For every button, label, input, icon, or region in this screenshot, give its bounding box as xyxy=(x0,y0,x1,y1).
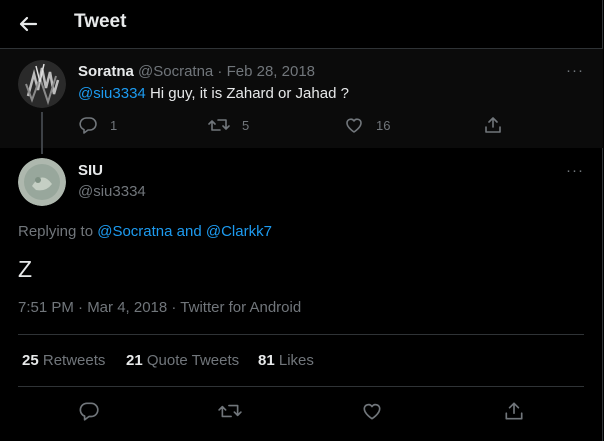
divider xyxy=(18,334,584,335)
like-count: 16 xyxy=(376,117,391,133)
share-icon xyxy=(505,402,523,420)
like-button[interactable] xyxy=(361,400,383,422)
thread-line xyxy=(41,112,43,154)
replying-to: Replying to @Socratna and @Clarkk7 xyxy=(18,223,272,240)
parent-handle-date[interactable]: @Socratna · Feb 28, 2018 xyxy=(138,63,315,80)
replying-prefix: Replying to xyxy=(18,223,98,240)
tweet-stats: 25 Retweets 21 Quote Tweets 81 Likes xyxy=(0,352,603,372)
tweet-timestamp[interactable]: 7:51 PM · Mar 4, 2018 · Twitter for Andr… xyxy=(18,299,301,316)
parent-like-button[interactable]: 16 xyxy=(344,115,390,135)
tweet-text: Z xyxy=(18,256,33,282)
author-handle[interactable]: @siu3334 xyxy=(78,183,146,200)
page-title: Tweet xyxy=(74,11,127,32)
like-icon xyxy=(346,118,362,133)
more-icon[interactable]: ··· xyxy=(566,62,584,79)
parent-text-body: Hi guy, it is Zahard or Jahad ? xyxy=(145,85,349,102)
reply-icon xyxy=(79,117,97,134)
reply-button[interactable] xyxy=(78,400,100,422)
replying-to-link[interactable]: @Socratna and @Clarkk7 xyxy=(97,223,272,240)
reply-count: 1 xyxy=(110,117,118,133)
parent-share-button[interactable] xyxy=(483,115,503,135)
parent-tweet-text: @siu3334 Hi guy, it is Zahard or Jahad ? xyxy=(78,85,349,102)
quote-tweets-stat[interactable]: 21 Quote Tweets xyxy=(126,352,239,369)
retweet-icon xyxy=(208,119,230,131)
like-icon xyxy=(363,403,381,420)
retweets-label: Retweets xyxy=(42,352,106,369)
retweet-count: 5 xyxy=(242,117,250,133)
retweet-icon xyxy=(218,404,242,418)
retweets-count: 25 xyxy=(22,352,39,369)
parent-reply-button[interactable]: 1 xyxy=(78,115,117,135)
header: Tweet xyxy=(0,0,603,49)
mention-link[interactable]: @siu3334 xyxy=(78,85,146,102)
quotes-count: 21 xyxy=(126,352,143,369)
avatar[interactable] xyxy=(18,158,66,206)
likes-stat[interactable]: 81 Likes xyxy=(258,352,314,369)
author-name[interactable]: SIU xyxy=(78,162,103,179)
parent-author-name[interactable]: Soratna xyxy=(78,63,134,80)
reply-icon xyxy=(79,402,99,421)
share-icon xyxy=(485,117,501,133)
parent-retweet-button[interactable]: 5 xyxy=(208,115,249,135)
share-button[interactable] xyxy=(503,400,525,422)
quotes-label: Quote Tweets xyxy=(146,352,240,369)
divider xyxy=(18,386,584,387)
likes-count: 81 xyxy=(258,352,275,369)
retweets-stat[interactable]: 25 Retweets xyxy=(22,352,105,369)
back-arrow-icon[interactable] xyxy=(14,10,42,38)
retweet-button[interactable] xyxy=(218,400,242,422)
more-icon[interactable]: ··· xyxy=(566,162,584,179)
likes-label: Likes xyxy=(278,352,314,369)
tweet-page: Tweet Soratna @Socratna · Feb 28, 2018 ·… xyxy=(0,0,603,441)
avatar[interactable] xyxy=(18,60,66,108)
